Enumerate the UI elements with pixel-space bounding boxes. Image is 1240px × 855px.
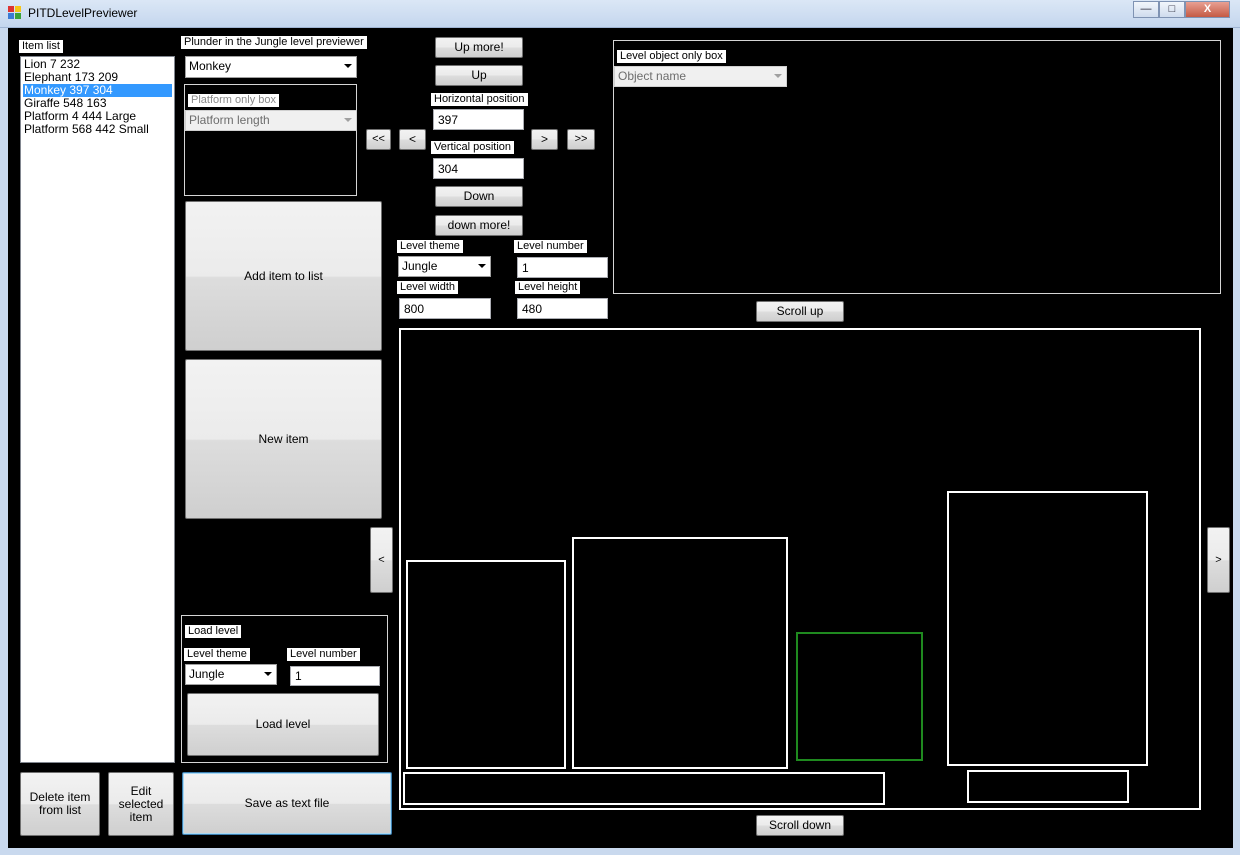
level-height-input[interactable] xyxy=(517,298,608,319)
vertical-position-input[interactable] xyxy=(433,158,524,179)
vertical-position-label: Vertical position xyxy=(431,141,515,154)
add-item-button[interactable]: Add item to list xyxy=(185,201,382,351)
close-button[interactable]: X xyxy=(1185,1,1230,18)
scroll-up-button[interactable]: Scroll up xyxy=(756,301,844,322)
window-client-area: Item list Lion 7 232 Elephant 173 209 Monk… xyxy=(8,28,1233,848)
move-right-more-button[interactable]: >> xyxy=(567,129,595,150)
chevron-down-icon xyxy=(264,672,272,676)
platform-length-combo[interactable]: Platform length xyxy=(185,110,357,131)
object-type-combo[interactable]: Monkey xyxy=(185,56,357,78)
level-object-giraffe[interactable] xyxy=(947,491,1148,766)
maximize-button[interactable]: □ xyxy=(1159,1,1185,18)
level-theme-combo[interactable]: Jungle xyxy=(398,256,491,277)
level-theme-label: Level theme xyxy=(397,240,463,253)
chevron-down-icon xyxy=(344,118,352,122)
scroll-down-button[interactable]: Scroll down xyxy=(756,815,844,836)
down-more-button[interactable]: down more! xyxy=(435,215,523,236)
load-level-label: Load level xyxy=(185,625,242,638)
new-item-button[interactable]: New item xyxy=(185,359,382,519)
load-level-theme-value: Jungle xyxy=(189,667,225,681)
window-title: PITDLevelPreviewer xyxy=(28,6,138,20)
app-icon xyxy=(8,6,22,20)
platform-only-box-label: Platform only box xyxy=(188,94,279,107)
level-object-elephant[interactable] xyxy=(572,537,788,769)
chevron-down-icon xyxy=(344,64,352,68)
level-object-only-box-label: Level object only box xyxy=(617,50,726,63)
level-height-label: Level height xyxy=(515,281,581,294)
move-left-more-button[interactable]: << xyxy=(366,129,391,150)
up-more-button[interactable]: Up more! xyxy=(435,37,523,58)
level-width-label: Level width xyxy=(397,281,459,294)
item-list-label: Item list xyxy=(19,40,63,53)
level-width-input[interactable] xyxy=(399,298,491,319)
object-type-value: Monkey xyxy=(189,59,232,73)
load-level-button[interactable]: Load level xyxy=(187,693,379,756)
horizontal-position-label: Horizontal position xyxy=(431,93,528,106)
window-bottom-frame xyxy=(0,848,1240,855)
edit-selected-item-button[interactable]: Edit selected item xyxy=(108,772,174,836)
scroll-left-button[interactable]: < xyxy=(370,527,393,593)
delete-item-button[interactable]: Delete item from list xyxy=(20,772,100,836)
down-button[interactable]: Down xyxy=(435,186,523,207)
level-object-platform-small[interactable] xyxy=(967,770,1129,803)
item-list[interactable]: Lion 7 232 Elephant 173 209 Monkey 397 304… xyxy=(20,56,175,763)
move-right-button[interactable]: > xyxy=(531,129,558,150)
previewer-title-label: Plunder in the Jungle level previewer xyxy=(181,36,367,49)
save-as-text-file-button[interactable]: Save as text file xyxy=(182,772,392,835)
load-level-theme-label: Level theme xyxy=(184,648,250,661)
level-object-platform-large[interactable] xyxy=(403,772,885,805)
level-theme-value: Jungle xyxy=(402,259,438,273)
horizontal-position-input[interactable] xyxy=(433,109,524,130)
object-name-value: Object name xyxy=(618,69,687,83)
platform-length-value: Platform length xyxy=(189,113,270,127)
object-name-combo[interactable]: Object name xyxy=(614,66,787,87)
level-number-input[interactable] xyxy=(517,257,608,278)
list-item[interactable]: Platform 568 442 Small xyxy=(23,123,172,136)
chevron-down-icon xyxy=(478,264,486,268)
load-level-number-input[interactable] xyxy=(290,666,380,686)
level-object-monkey-selected[interactable] xyxy=(796,632,923,761)
move-left-button[interactable]: < xyxy=(399,129,426,150)
load-level-theme-combo[interactable]: Jungle xyxy=(185,664,277,685)
chevron-down-icon xyxy=(774,74,782,78)
scroll-right-button[interactable]: > xyxy=(1207,527,1230,593)
minimize-button[interactable]: — xyxy=(1133,1,1159,18)
title-bar[interactable]: PITDLevelPreviewer — □ X xyxy=(0,0,1240,28)
up-button[interactable]: Up xyxy=(435,65,523,86)
level-object-lion[interactable] xyxy=(406,560,566,769)
level-number-label: Level number xyxy=(514,240,587,253)
load-level-number-label: Level number xyxy=(287,648,360,661)
